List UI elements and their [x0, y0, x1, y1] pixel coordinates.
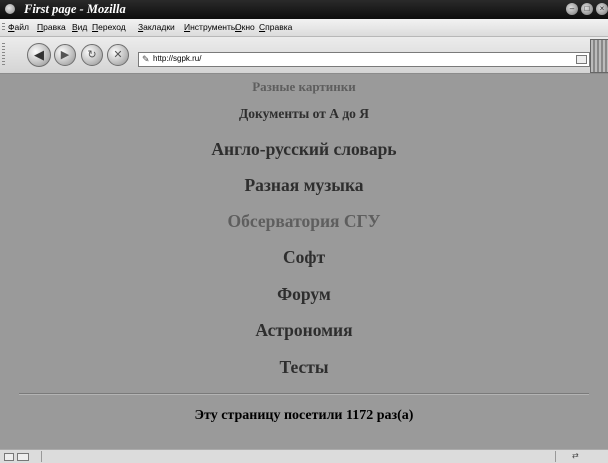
link-soft[interactable]: Софт: [0, 247, 608, 268]
link-pictures[interactable]: Разные картинки: [0, 79, 608, 95]
url-dropdown-button[interactable]: [576, 55, 587, 64]
menu-bar: Файл Правка Вид Переход Закладки Инструм…: [0, 19, 608, 37]
security-icon[interactable]: [17, 453, 29, 461]
window-title: First page - Mozilla: [24, 2, 126, 16]
title-bar: First page - Mozilla – □ ×: [0, 0, 608, 19]
menu-go[interactable]: Переход: [92, 22, 126, 32]
status-divider: [555, 451, 556, 462]
close-icon[interactable]: ×: [596, 3, 608, 15]
toolbar-grip[interactable]: [2, 23, 5, 32]
link-forum[interactable]: Форум: [0, 284, 608, 305]
page-content: Разные картинки Документы от А до Я Англ…: [0, 74, 608, 445]
link-music[interactable]: Разная музыка: [0, 175, 608, 196]
link-dictionary[interactable]: Англо-русский словарь: [0, 139, 608, 160]
reload-button[interactable]: ↻: [81, 44, 103, 66]
menu-view[interactable]: Вид: [72, 22, 87, 32]
navigation-toolbar: ◀ ▶ ↻ ✕ ✎ http://sgpk.ru/: [0, 37, 608, 74]
minimize-icon[interactable]: –: [566, 3, 578, 15]
stop-button[interactable]: ✕: [107, 44, 129, 66]
status-divider: [41, 451, 42, 462]
toolbar-grip[interactable]: [2, 43, 5, 67]
back-button[interactable]: ◀: [27, 43, 51, 67]
menu-bookmarks[interactable]: Закладки: [138, 22, 175, 32]
url-text[interactable]: http://sgpk.ru/: [153, 54, 201, 63]
forward-button[interactable]: ▶: [54, 44, 76, 66]
offline-icon[interactable]: [4, 453, 14, 461]
page-icon: ✎: [142, 54, 150, 64]
link-tests[interactable]: Тесты: [0, 357, 608, 378]
window-menu-icon[interactable]: [5, 4, 15, 14]
horizontal-rule: [19, 393, 589, 395]
visit-counter: Эту страницу посетили 1172 раз(а): [194, 408, 414, 423]
status-bar: ⇄: [0, 449, 608, 463]
link-documents[interactable]: Документы от А до Я: [0, 106, 608, 122]
menu-file[interactable]: Файл: [8, 22, 29, 32]
online-status-icon: ⇄: [572, 451, 579, 460]
menu-window[interactable]: Окно: [235, 22, 255, 32]
maximize-icon[interactable]: □: [581, 3, 593, 15]
link-observatory[interactable]: Обсерватория СГУ: [0, 211, 608, 232]
link-astronomy[interactable]: Астрономия: [0, 320, 608, 341]
menu-tools[interactable]: Инструменты: [184, 22, 237, 32]
throbber-logo-icon[interactable]: [590, 39, 608, 73]
menu-edit[interactable]: Правка: [37, 22, 66, 32]
url-bar[interactable]: ✎ http://sgpk.ru/: [138, 52, 590, 67]
menu-help[interactable]: Справка: [259, 22, 292, 32]
